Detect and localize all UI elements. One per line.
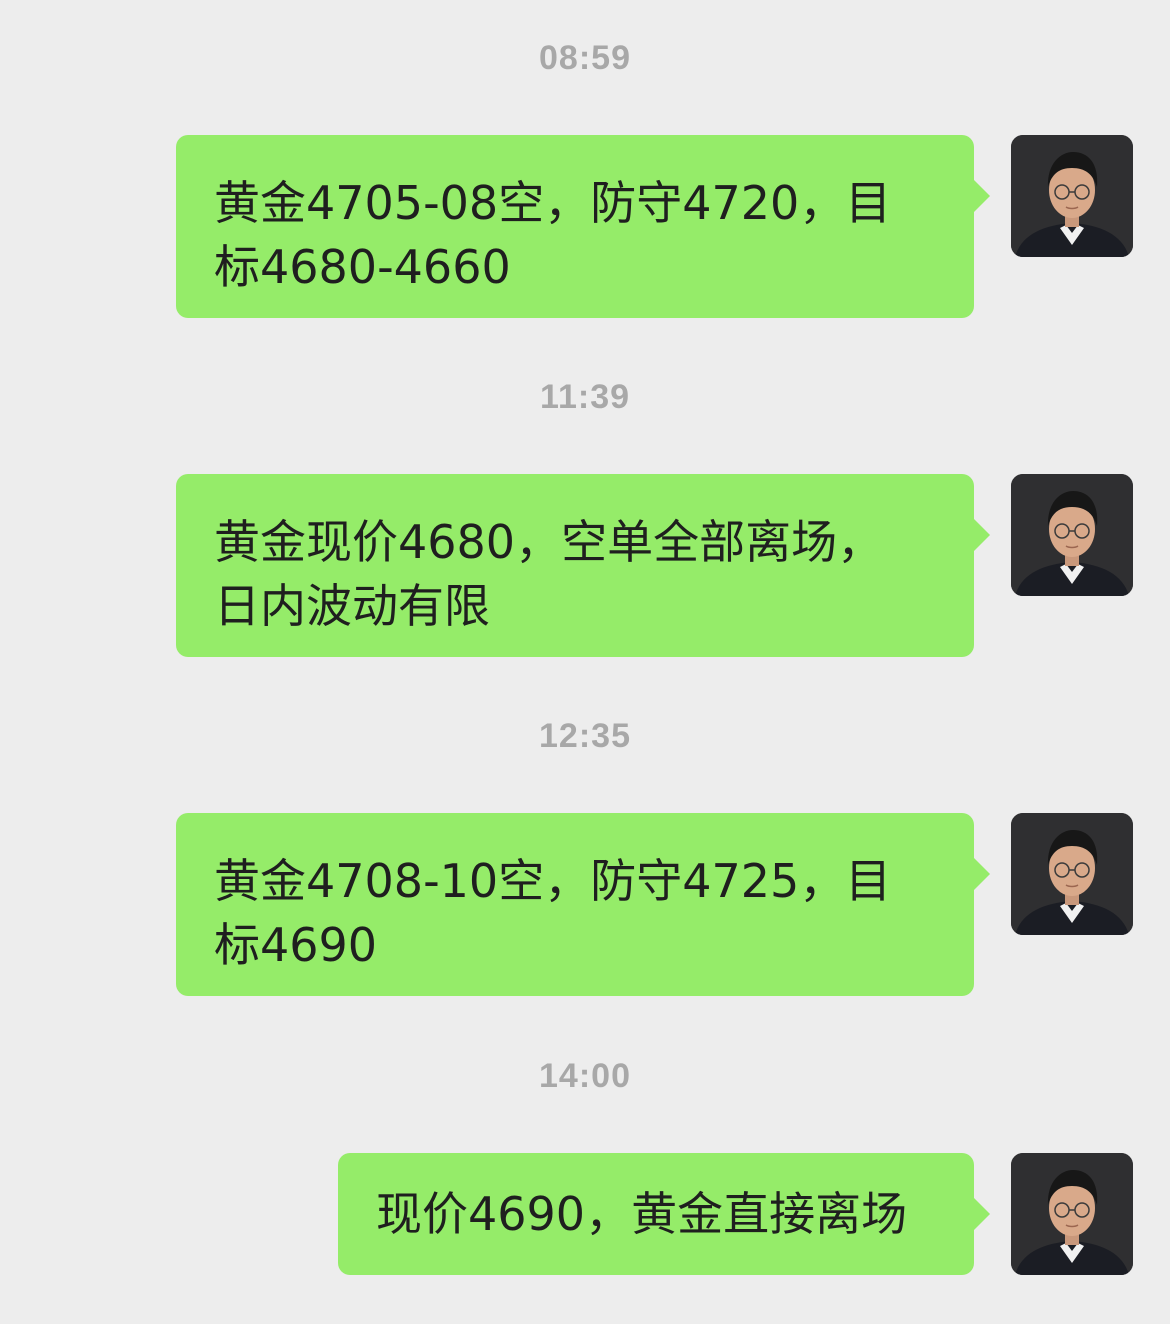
bubble-tail [974,180,990,212]
avatar[interactable] [1011,1153,1133,1275]
message-text-line: 现价4690，黄金直接离场 [376,1187,908,1241]
user-avatar-icon [1011,813,1133,935]
chat-screen: { "messages": [ { "time": "08:59", "text… [0,0,1170,1324]
message-text-line: 日内波动有限 [214,579,490,633]
message-text-line: 黄金4708-10空，防守4725，目 [214,854,892,908]
user-avatar-icon [1011,1153,1133,1275]
timestamp: 08:59 [539,39,631,77]
message-bubble[interactable]: 黄金现价4680，空单全部离场， 日内波动有限 [176,474,990,657]
message-bubble[interactable]: 黄金4705-08空，防守4720，目 标4680-4660 [176,135,990,318]
message-text-line: 黄金现价4680，空单全部离场， [214,515,884,569]
user-avatar-icon [1011,474,1133,596]
timestamp: 14:00 [539,1057,631,1095]
timestamp: 12:35 [539,717,631,755]
avatar[interactable] [1011,813,1133,935]
message-text-line: 标4690 [214,918,378,972]
bubble-tail [974,519,990,551]
bubble-tail [974,858,990,890]
message-text-line: 黄金4705-08空，防守4720，目 [214,176,892,230]
bubble-tail [974,1198,990,1230]
avatar[interactable] [1011,474,1133,596]
message-text-line: 标4680-4660 [214,240,511,294]
user-avatar-icon [1011,135,1133,257]
timestamp: 11:39 [539,378,631,416]
message-bubble[interactable]: 现价4690，黄金直接离场 [338,1153,990,1275]
message-bubble[interactable]: 黄金4708-10空，防守4725，目 标4690 [176,813,990,996]
avatar[interactable] [1011,135,1133,257]
